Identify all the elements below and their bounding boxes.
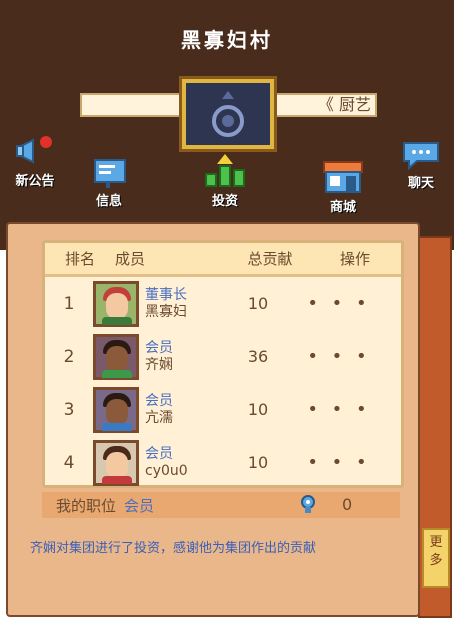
member-role: 董事长 [145,286,187,303]
chat-bubble-icon [401,140,441,171]
rank-number: 4 [63,452,75,473]
rank-number: 3 [63,399,75,420]
member-contribution: 36 [247,347,269,366]
member-board: 排名 成员 总贡献 操作 1 董事长 黑寡妇 10 • • • 2 会员 齐娴 … [42,240,404,488]
member-name: 黑寡妇 [145,303,187,320]
news-feed-message: 齐娴对集团进行了投资，感谢他为集团作出的贡献 [30,541,317,556]
member-ops-button[interactable]: • • • [293,293,385,314]
member-name: cy0u0 [145,462,188,479]
member-row: 2 会员 齐娴 36 • • • [45,330,401,383]
rank-number: 2 [63,346,75,367]
member-ops-button[interactable]: • • • [293,452,385,473]
more-tab[interactable]: 更多 [422,528,450,588]
header-member: 成员 [115,250,146,268]
member-name-block: 董事长 黑寡妇 [145,287,223,321]
shop-button[interactable]: 商城 [316,160,370,215]
member-role: 会员 [145,392,173,409]
header-rank: 排名 [64,250,95,268]
board-header: 排名 成员 总贡献 操作 [45,243,401,277]
my-position-label: 我的职位 [56,496,117,515]
member-name-block: 会员 亢濡 [145,393,223,427]
megaphone-icon [15,134,55,168]
invest-button[interactable]: 投资 [198,152,252,209]
village-title: 黑寡妇村 [181,28,273,52]
announcement-button[interactable]: 新公告 [8,134,62,189]
message-board-icon [89,158,129,188]
member-contribution: 10 [247,400,269,419]
header-ops: 操作 [339,250,370,268]
avatar[interactable] [93,386,139,433]
member-role: 会员 [145,339,173,356]
village-emblem[interactable] [179,76,277,152]
messages-button[interactable]: 信息 [84,158,134,209]
rank-number: 1 [63,293,75,314]
my-position-value: 会员 [124,496,155,515]
member-ops-button[interactable]: • • • [293,346,385,367]
avatar[interactable] [93,439,139,486]
shield-emblem-icon [186,83,270,145]
investment-chart-icon [200,152,250,188]
member-row: 4 会员 cy0u0 10 • • • [45,436,401,489]
my-position-bar: 我的职位 会员 0 [42,492,400,518]
shop-icon [320,160,366,194]
medal-icon [300,495,316,513]
member-name-block: 会员 cy0u0 [145,446,223,480]
member-ops-button[interactable]: • • • [293,399,385,420]
avatar[interactable] [93,280,139,327]
member-row: 1 董事长 黑寡妇 10 • • • [45,277,401,330]
header-total: 总贡献 [247,250,293,268]
member-name: 亢濡 [145,409,173,426]
my-contribution-count: 0 [342,495,353,514]
chat-button[interactable]: 聊天 [398,140,444,191]
member-contribution: 10 [247,294,269,313]
member-name-block: 会员 齐娴 [145,340,223,374]
member-row: 3 会员 亢濡 10 • • • [45,383,401,436]
member-role: 会员 [145,445,173,462]
member-name: 齐娴 [145,356,173,373]
member-contribution: 10 [247,453,269,472]
avatar[interactable] [93,333,139,380]
